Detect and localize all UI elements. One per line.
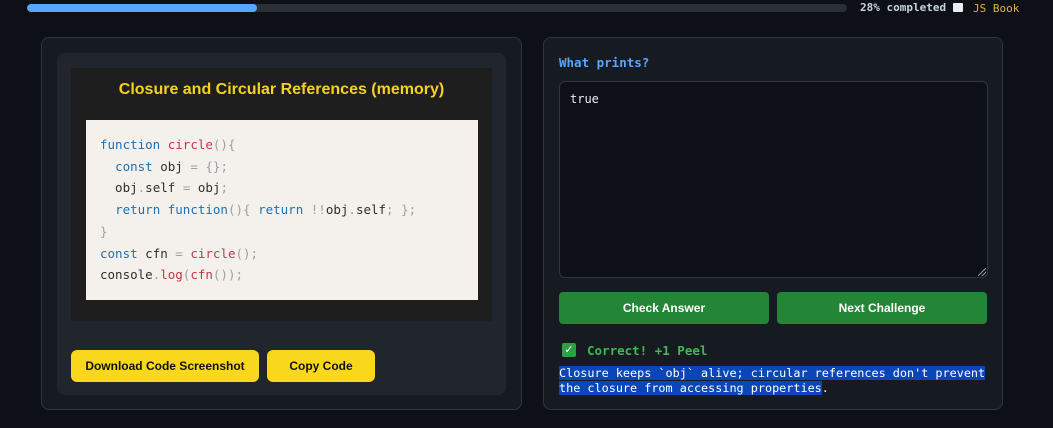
- code-line: function circle(){: [100, 134, 478, 156]
- code-line: }: [100, 221, 478, 243]
- explanation-highlight: Closure keeps `obj` alive; circular refe…: [559, 366, 986, 395]
- copy-code-button[interactable]: Copy Code: [267, 350, 375, 382]
- check-answer-button[interactable]: Check Answer: [559, 292, 769, 324]
- code-block: function circle(){ const obj = {}; obj.s…: [86, 120, 478, 300]
- progress-bar: [27, 4, 847, 12]
- code-token: function: [100, 137, 161, 152]
- code-token: cfn: [137, 245, 176, 261]
- code-token: (){: [212, 137, 236, 152]
- book-icon: [953, 3, 963, 12]
- js-book-link[interactable]: JS Book: [973, 2, 1019, 15]
- code-token: function: [167, 202, 228, 218]
- code-token: obj: [325, 202, 349, 218]
- progress-fill: [27, 4, 257, 12]
- code-token: const: [100, 245, 138, 261]
- next-challenge-button[interactable]: Next Challenge: [777, 292, 987, 324]
- answer-panel: What prints? true Check Answer Next Chal…: [543, 37, 1003, 410]
- code-token: self: [145, 180, 183, 196]
- code-token: ();: [235, 245, 259, 261]
- code-line: const obj = {};: [100, 156, 478, 178]
- code-token: circle: [190, 245, 236, 261]
- code-card: Closure and Circular References (memory)…: [57, 53, 506, 395]
- code-token: return: [115, 202, 161, 218]
- code-token: (){: [227, 202, 259, 218]
- code-token: ; };: [386, 202, 417, 218]
- top-bar: 28% completed JS Book: [0, 0, 1053, 20]
- check-icon: ✓: [562, 343, 576, 357]
- code-token: obj: [100, 180, 138, 196]
- progress-label: 28% completed: [860, 1, 947, 14]
- code-line: obj.self = obj;: [100, 177, 478, 199]
- answer-input[interactable]: true: [559, 81, 988, 278]
- code-snippet: Closure and Circular References (memory)…: [71, 68, 492, 321]
- question-label: What prints?: [559, 55, 650, 70]
- code-token: ());: [212, 267, 244, 283]
- explanation-text: Closure keeps `obj` alive; circular refe…: [559, 366, 999, 396]
- code-token: .: [348, 202, 356, 218]
- explanation-end: .: [821, 381, 829, 395]
- result-message: Correct! +1 Peel: [587, 343, 708, 358]
- code-token: =: [175, 245, 183, 261]
- code-token: return: [258, 202, 304, 218]
- code-token: circle: [167, 137, 213, 152]
- code-token: }: [100, 223, 108, 239]
- code-token: ;: [220, 180, 228, 196]
- code-token: log: [160, 267, 183, 283]
- code-line: const cfn = circle();: [100, 243, 478, 265]
- code-token: console: [100, 267, 153, 283]
- code-token: cfn: [190, 267, 213, 283]
- code-token: obj: [152, 158, 191, 174]
- code-token: self: [355, 202, 387, 218]
- resize-handle[interactable]: [978, 268, 986, 276]
- download-screenshot-button[interactable]: Download Code Screenshot: [71, 350, 259, 382]
- code-token: obj: [190, 180, 221, 196]
- code-token: !!: [310, 202, 326, 218]
- code-line: console.log(cfn());: [100, 264, 478, 286]
- challenge-title: Closure and Circular References (memory): [118, 81, 445, 98]
- code-line: return function(){ return !!obj.self; };: [100, 199, 478, 221]
- code-panel: Closure and Circular References (memory)…: [41, 37, 522, 410]
- code-token: const: [115, 158, 153, 174]
- code-token: {};: [205, 158, 228, 174]
- code-token: =: [190, 158, 198, 174]
